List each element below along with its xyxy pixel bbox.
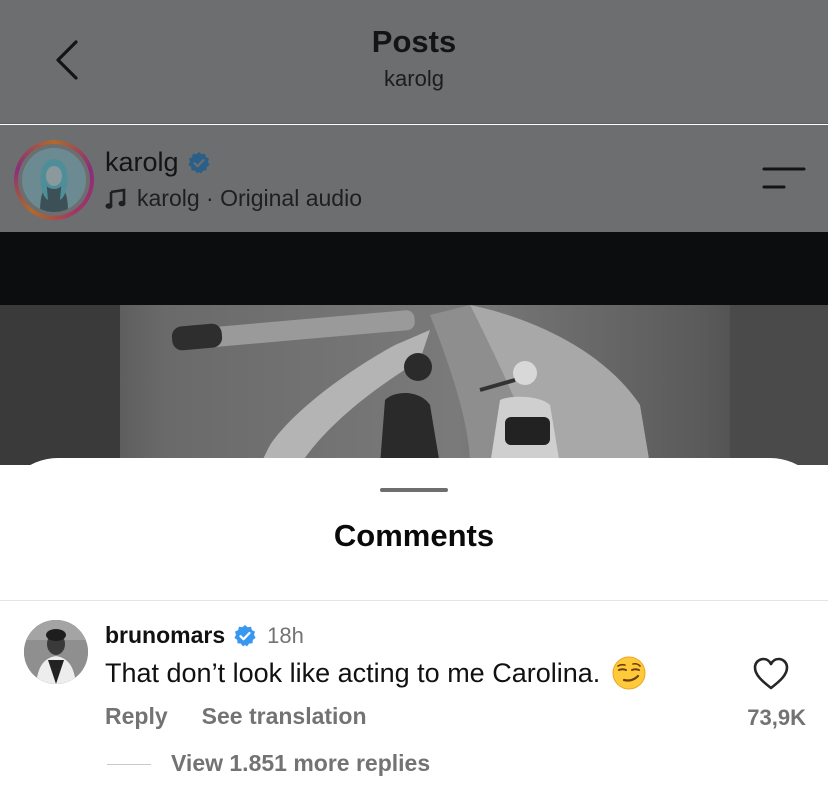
see-translation-button[interactable]: See translation xyxy=(202,703,367,730)
comments-sheet: Comments brunomars 18h That don’t look l… xyxy=(0,458,828,790)
audio-attribution[interactable]: karolg · Original audio xyxy=(105,185,362,212)
page-subtitle: karolg xyxy=(384,66,444,91)
comment-avatar[interactable] xyxy=(24,620,88,684)
like-count[interactable]: 73,9K xyxy=(720,705,806,731)
like-button[interactable] xyxy=(752,656,790,692)
post-header: karolg karolg · Original audio xyxy=(0,125,828,232)
verified-badge-icon xyxy=(187,151,210,173)
heart-icon xyxy=(753,657,789,690)
divider xyxy=(0,600,828,601)
replies-divider-line xyxy=(107,764,151,765)
story-ring[interactable] xyxy=(14,140,94,220)
comment-header: brunomars 18h xyxy=(105,622,304,649)
verified-badge-icon xyxy=(234,624,256,646)
post-menu-button[interactable] xyxy=(762,165,806,193)
sheet-title: Comments xyxy=(333,518,495,553)
page-title: Posts xyxy=(371,24,457,59)
comment-text: That don’t look like acting to me Caroli… xyxy=(105,657,601,688)
post-username[interactable]: karolg xyxy=(105,147,179,178)
reply-button[interactable]: Reply xyxy=(105,703,168,730)
music-note-icon xyxy=(105,187,126,209)
menu-icon xyxy=(762,167,806,189)
view-more-replies-button[interactable]: View 1.851 more replies xyxy=(171,750,430,777)
post-username-row[interactable]: karolg xyxy=(105,147,211,178)
media-letterbox xyxy=(0,232,828,305)
comment-timestamp: 18h xyxy=(267,622,304,648)
sheet-drag-handle[interactable] xyxy=(380,488,448,492)
concert-photo xyxy=(0,305,828,465)
post-media[interactable] xyxy=(0,305,828,465)
comment-body: That don’t look like acting to me Caroli… xyxy=(105,656,646,690)
comment-actions: Reply See translation xyxy=(105,703,367,730)
audio-label: karolg · Original audio xyxy=(137,185,363,211)
comment-username[interactable]: brunomars xyxy=(105,622,225,649)
smirking-face-emoji-icon xyxy=(612,656,646,690)
avatar xyxy=(22,148,86,212)
top-navigation-bar: Posts karolg xyxy=(0,0,828,124)
